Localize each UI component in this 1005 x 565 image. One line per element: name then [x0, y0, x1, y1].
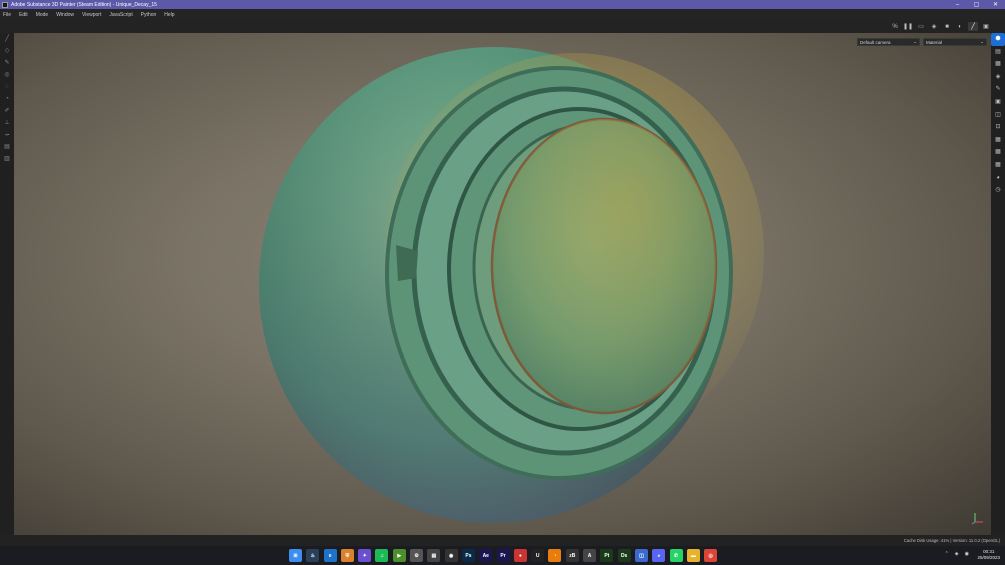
taskbar-clock[interactable]: 00:31 25/09/2023 — [977, 549, 1000, 561]
render-icon[interactable]: ◈ — [929, 22, 939, 31]
play-icon[interactable]: ▶ — [392, 549, 406, 562]
menu-file[interactable]: File — [3, 12, 11, 18]
menu-python[interactable]: Python — [141, 12, 157, 18]
substance-painter-app-icon — [2, 1, 8, 8]
video-icon[interactable]: ■ — [942, 22, 952, 31]
taskbar-apps: ⊞ ♨ e ⛨ ✦ ♫ ▶ ⚙ ▤ ◉ Ps Ae Pr ● U ◔ zB A Pt Ds ◫ ◕ ✆ ▬ ◎ — [289, 549, 718, 562]
painter-icon[interactable]: Pt — [600, 549, 614, 562]
toolbar-icon-group: % ❚❚ ▭ ◈ ■ ◐ ╱ ▣ — [890, 22, 991, 31]
windows-start-icon[interactable]: ⊞ — [289, 549, 302, 562]
sparkle-icon[interactable]: ✦ — [358, 549, 372, 562]
record-icon[interactable]: ● — [513, 549, 527, 562]
menu-help[interactable]: Help — [164, 12, 174, 18]
3d-viewport[interactable]: Default camera ⌄ Material ⌄ — [14, 33, 991, 535]
camera-snapshot-icon[interactable]: ▣ — [981, 22, 991, 31]
viewport-mode-dropdown[interactable]: Material ⌄ — [923, 38, 987, 46]
menu-viewport[interactable]: Viewport — [82, 12, 101, 18]
right-panel-shelf: ⬢ ▤ ▦ ◈ ✎ ▣ ◫ ⊡ ▦ ▦ ▦ ◕ ◷ — [991, 33, 1005, 535]
pause-icon[interactable]: ❚❚ — [903, 22, 913, 31]
texture-set-icon[interactable]: ▤ — [991, 46, 1005, 59]
menu-window[interactable]: Window — [56, 12, 74, 18]
after-effects-icon[interactable]: Ae — [479, 549, 493, 562]
stamp-icon[interactable]: ⊥ — [0, 117, 14, 129]
chevron-down-icon: ⌄ — [980, 39, 984, 44]
menu-mode[interactable]: Mode — [36, 12, 49, 18]
volume-icon[interactable]: ◉ — [965, 551, 969, 557]
title-bar: Adobe Substance 3D Painter (Steam Editio… — [0, 0, 1005, 9]
shield-icon[interactable]: ⛨ — [340, 549, 354, 562]
window-controls: – ▢ ✕ — [948, 0, 1005, 9]
display-icon[interactable]: ▥ — [0, 153, 14, 165]
bake-icon[interactable]: ▤ — [0, 141, 14, 153]
picker-icon[interactable]: ✐ — [0, 105, 14, 117]
assets-icon[interactable]: ⬢ — [991, 33, 1005, 46]
maximize-button[interactable]: ▢ — [967, 0, 986, 9]
minimize-button[interactable]: – — [948, 0, 967, 9]
designer-icon[interactable]: Ds — [617, 549, 631, 562]
menu-javascript[interactable]: JavaScript — [109, 12, 132, 18]
status-text: Cache Disk Usage: 41% | Version: 11.0.2 … — [903, 538, 1000, 543]
discord-icon[interactable]: ◕ — [652, 549, 666, 562]
show-hidden-icons-icon[interactable]: ⌃ — [945, 551, 949, 557]
axis-gizmo-icon — [971, 513, 983, 525]
properties-icon[interactable]: ◈ — [991, 71, 1005, 84]
settings-icon[interactable]: ⚙ — [410, 549, 424, 562]
steam-icon[interactable]: ♨ — [306, 549, 320, 562]
chevron-down-icon: ⌄ — [913, 39, 917, 44]
system-tray: ⌃ ◈ ◉ — [945, 551, 969, 557]
grid3-icon[interactable]: ▦ — [991, 159, 1005, 172]
notes-icon[interactable]: ▤ — [427, 549, 441, 562]
stack-icon[interactable]: ◫ — [634, 549, 648, 562]
geometry-mask-icon[interactable]: ◎ — [0, 69, 14, 81]
paint-brush-icon[interactable]: ╱ — [0, 33, 14, 45]
display-settings-icon[interactable]: ▣ — [991, 96, 1005, 109]
eraser-icon[interactable]: ◇ — [0, 45, 14, 57]
camera-dropdown[interactable]: Default camera ⌄ — [857, 38, 920, 46]
polygon-fill-icon[interactable]: ⤞ — [0, 129, 14, 141]
shader-icon[interactable]: ◫ — [991, 109, 1005, 122]
folder-icon[interactable]: ▬ — [686, 549, 700, 562]
photoshop-icon[interactable]: Ps — [461, 549, 475, 562]
layers-icon[interactable]: ▦ — [991, 58, 1005, 71]
grid2-icon[interactable]: ▦ — [991, 146, 1005, 159]
material-sphere — [259, 47, 764, 523]
brush-icon[interactable]: ╱ — [968, 22, 978, 31]
obs-icon[interactable]: ◉ — [444, 549, 458, 562]
camera-dropdown-label: Default camera — [860, 39, 891, 45]
lighting-icon[interactable]: ◐ — [955, 22, 965, 31]
clock-date: 25/09/2023 — [977, 555, 1000, 560]
spotify-icon[interactable]: ♫ — [375, 549, 389, 562]
projection-icon[interactable]: ✎ — [0, 57, 14, 69]
windows-taskbar: ⊞ ♨ e ⛨ ✦ ♫ ▶ ⚙ ▤ ◉ Ps Ae Pr ● U ◔ zB A Pt Ds ◫ ◕ ✆ ▬ ◎ ⌃ ◈ ◉ 00:3… — [0, 546, 1005, 565]
frame-icon[interactable]: ▭ — [916, 22, 926, 31]
left-tool-shelf: ╱ ◇ ✎ ◎ ◌ ◔ ✐ ⊥ ⤞ ▤ ▥ — [0, 33, 14, 535]
smudge-icon[interactable]: ◌ — [0, 81, 14, 93]
unreal-icon[interactable]: U — [531, 549, 545, 562]
history-icon[interactable]: ◷ — [991, 184, 1005, 197]
menu-edit[interactable]: Edit — [19, 12, 28, 18]
status-bar: Cache Disk Usage: 41% | Version: 11.0.2 … — [0, 535, 1005, 546]
menu-bar: File Edit Mode Window Viewport JavaScrip… — [0, 9, 1005, 20]
percent-icon[interactable]: % — [890, 22, 900, 31]
window-title: Adobe Substance 3D Painter (Steam Editio… — [11, 1, 157, 8]
ring-notch — [396, 245, 418, 281]
viewport-mode-label: Material — [926, 39, 943, 45]
whatsapp-icon[interactable]: ✆ — [669, 549, 683, 562]
close-button[interactable]: ✕ — [986, 0, 1005, 9]
sphere-icon[interactable]: ◕ — [991, 172, 1005, 185]
main-toolbar: % ❚❚ ▭ ◈ ■ ◐ ╱ ▣ — [0, 20, 1005, 33]
network-icon[interactable]: ◈ — [955, 551, 959, 557]
brush-settings-icon[interactable]: ✎ — [991, 83, 1005, 96]
blender-icon[interactable]: ◔ — [548, 549, 562, 562]
text-icon[interactable]: A — [583, 549, 597, 562]
zbrush-icon[interactable]: zB — [565, 549, 579, 562]
chrome-icon[interactable]: ◎ — [704, 549, 718, 562]
export-icon[interactable]: ⊡ — [991, 121, 1005, 134]
clone-icon[interactable]: ◔ — [0, 93, 14, 105]
edge-icon[interactable]: e — [323, 549, 337, 562]
grid-icon[interactable]: ▦ — [991, 134, 1005, 147]
premiere-icon[interactable]: Pr — [496, 549, 510, 562]
